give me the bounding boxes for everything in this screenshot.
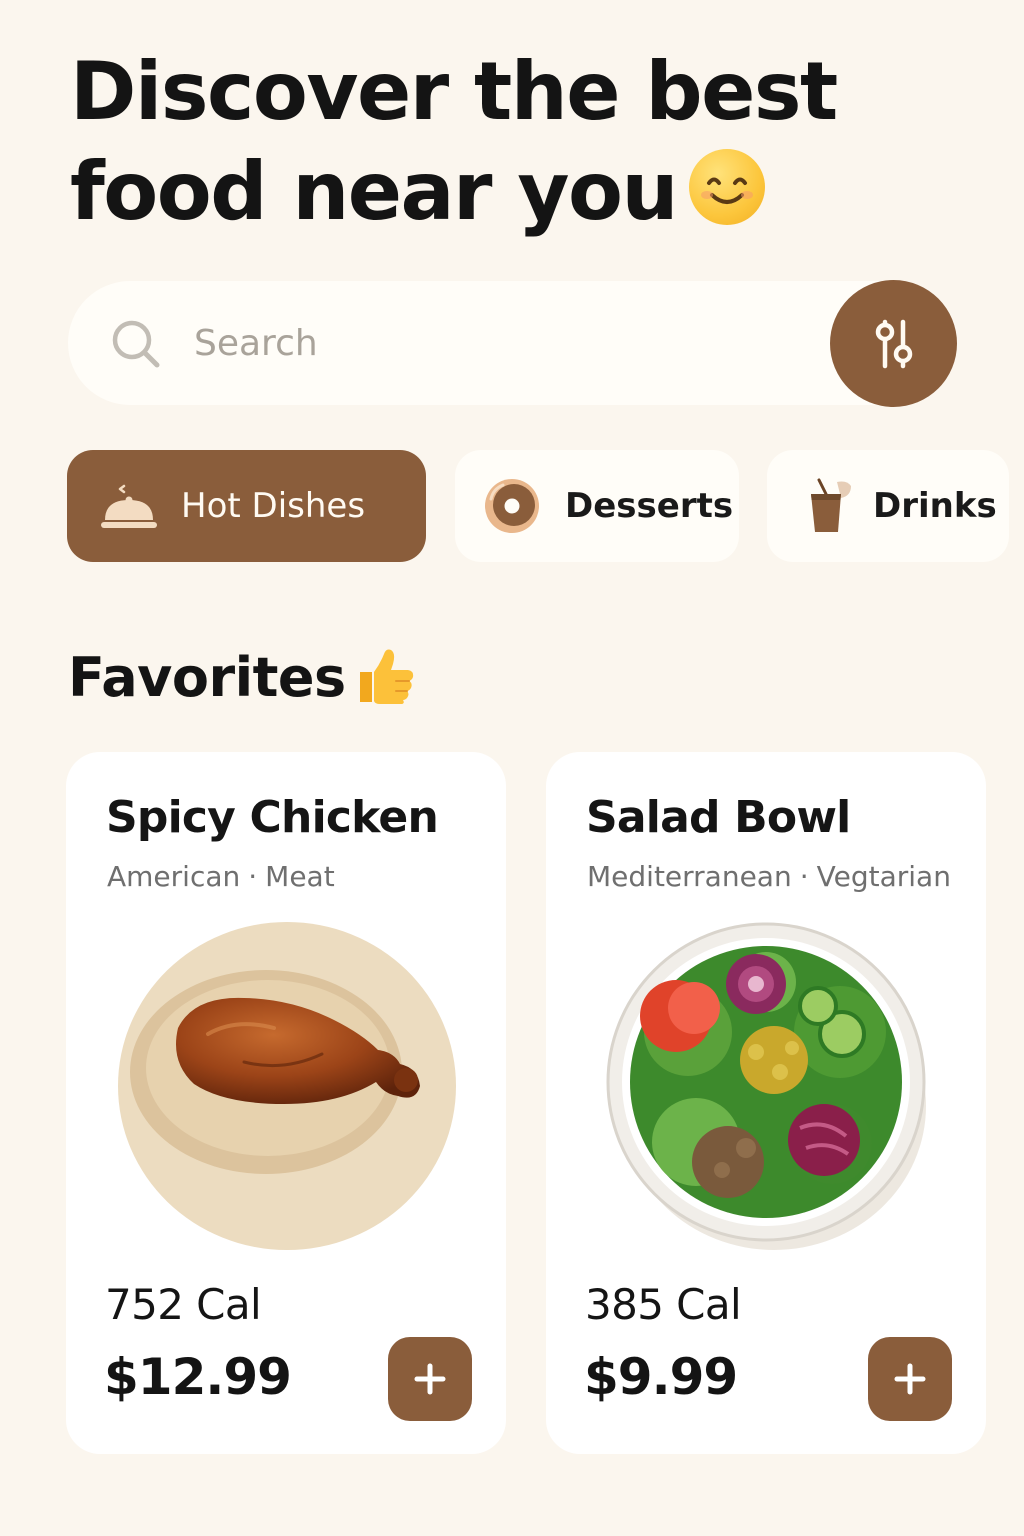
favorites-heading-text: Favorites [68, 646, 346, 709]
food-card-price: $9.99 [584, 1348, 738, 1406]
category-label-hot-dishes: Hot Dishes [181, 486, 366, 526]
food-card-calories: 752 Cal [105, 1280, 262, 1329]
search-input[interactable] [194, 310, 794, 376]
food-card-spicy-chicken[interactable]: Spicy Chicken American · Meat 752 Cal $12.… [66, 752, 506, 1454]
category-label-desserts: Desserts [565, 486, 734, 526]
food-card-category: Meat [265, 860, 335, 893]
food-card-category: Vegtarian [816, 860, 951, 893]
category-chip-hot-dishes[interactable]: Hot Dishes [67, 450, 426, 562]
food-card-cuisine: American [107, 860, 241, 893]
search-icon [108, 316, 164, 372]
add-to-cart-button[interactable] [388, 1337, 472, 1421]
sliders-icon [875, 319, 913, 369]
smiling-face-icon [688, 149, 765, 225]
category-label-drinks: Drinks [873, 486, 997, 526]
page-title: Discover the best food near you [70, 42, 950, 242]
filter-button[interactable] [830, 280, 957, 407]
page-title-line-1: Discover the best [70, 45, 838, 138]
plus-icon [414, 1363, 446, 1395]
food-card-price: $12.99 [104, 1348, 292, 1406]
food-card-tags: American · Meat [107, 860, 335, 893]
roast-chicken-image [118, 922, 456, 1250]
plus-icon [894, 1363, 926, 1395]
drink-cup-icon [811, 478, 851, 532]
category-chip-drinks[interactable]: Drinks [767, 450, 1009, 562]
favorites-heading: Favorites [68, 638, 416, 718]
donut-icon [485, 479, 539, 533]
food-card-cuisine: Mediterranean [587, 860, 792, 893]
food-card-salad-bowl[interactable]: Salad Bowl Mediterranean · Vegtarian 385… [546, 752, 986, 1454]
food-card-title: Salad Bowl [586, 792, 851, 843]
food-card-tags: Mediterranean · Vegtarian [587, 860, 951, 893]
app-screen: Discover the best food near you Hot Dish… [0, 0, 1024, 1536]
food-card-title: Spicy Chicken [106, 792, 439, 843]
food-card-separator: · [248, 860, 258, 893]
page-title-line-2-text: food near you [70, 145, 678, 238]
food-card-calories: 385 Cal [585, 1280, 742, 1329]
add-to-cart-button[interactable] [868, 1337, 952, 1421]
salad-bowl-image [606, 922, 926, 1250]
food-card-separator: · [799, 860, 809, 893]
thumbs-up-icon [359, 649, 413, 704]
category-chip-desserts[interactable]: Desserts [455, 450, 739, 562]
cloche-icon [101, 484, 157, 528]
page-title-line-2: food near you [70, 142, 950, 242]
